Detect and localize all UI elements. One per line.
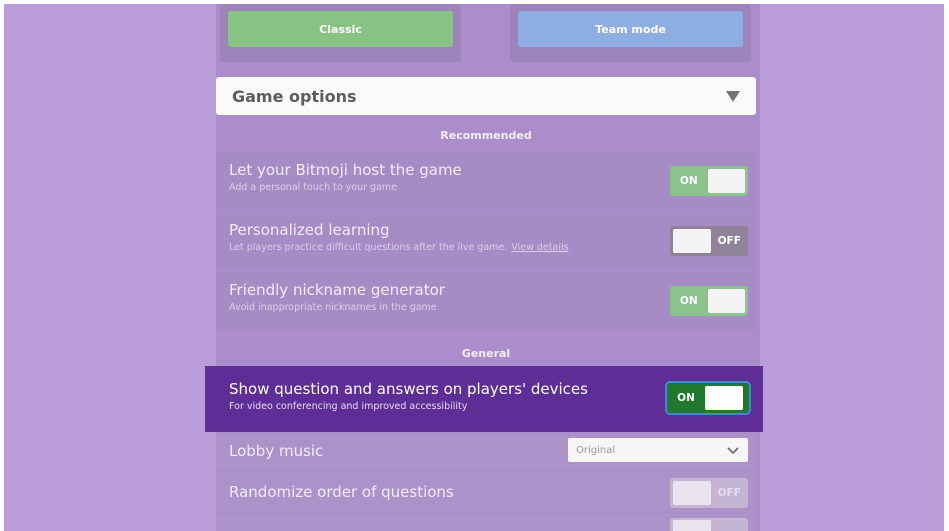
toggle-knob [707, 169, 745, 193]
team-mode-button[interactable]: Team mode [518, 11, 743, 47]
game-options-label: Game options [232, 86, 357, 106]
setting-row-bitmoji-host: Let your Bitmoji host the game Add a per… [216, 152, 756, 210]
setting-subtitle-text: Let players practice difficult questions… [229, 242, 508, 253]
view-details-link[interactable]: View details [511, 242, 568, 253]
partial-row-toggle[interactable] [670, 518, 748, 531]
personalized-learning-toggle[interactable]: OFF [670, 226, 748, 256]
chevron-down-icon [727, 447, 739, 455]
toggle-knob [707, 289, 745, 313]
game-settings-screen: Classic Team mode Game options Recommend… [4, 4, 944, 531]
show-questions-toggle[interactable]: ON [665, 381, 751, 415]
setting-row-show-questions: Show question and answers on players' de… [205, 366, 763, 432]
toggle-knob [673, 229, 711, 253]
toggle-state-label: ON [679, 175, 698, 187]
toggle-state-label: OFF [717, 487, 741, 499]
setting-row-partial [216, 514, 756, 531]
team-mode-card: Team mode [510, 4, 751, 62]
toggle-state-label: ON [677, 392, 695, 404]
lobby-music-select[interactable]: Original [568, 438, 748, 462]
section-recommended-title: Recommended [440, 129, 532, 142]
toggle-state-label: OFF [717, 235, 741, 247]
classic-mode-button[interactable]: Classic [228, 11, 453, 47]
game-options-dropdown[interactable]: Game options [216, 77, 756, 115]
toggle-knob [673, 481, 711, 505]
toggle-knob [705, 386, 743, 410]
setting-row-nickname-generator: Friendly nickname generator Avoid inappr… [216, 272, 756, 330]
lobby-music-value: Original [576, 444, 616, 456]
section-general-title: General [461, 347, 511, 360]
setting-row-randomize-questions: Randomize order of questions OFF [216, 472, 756, 512]
nickname-generator-toggle[interactable]: ON [670, 286, 748, 316]
bitmoji-host-toggle[interactable]: ON [670, 166, 748, 196]
toggle-state-label: ON [679, 295, 698, 307]
setting-row-personalized-learning: Personalized learning Let players practi… [216, 212, 756, 270]
triangle-down-icon [726, 90, 740, 102]
classic-mode-card: Classic [220, 4, 461, 62]
randomize-questions-toggle[interactable]: OFF [670, 478, 748, 508]
toggle-knob [673, 520, 711, 531]
